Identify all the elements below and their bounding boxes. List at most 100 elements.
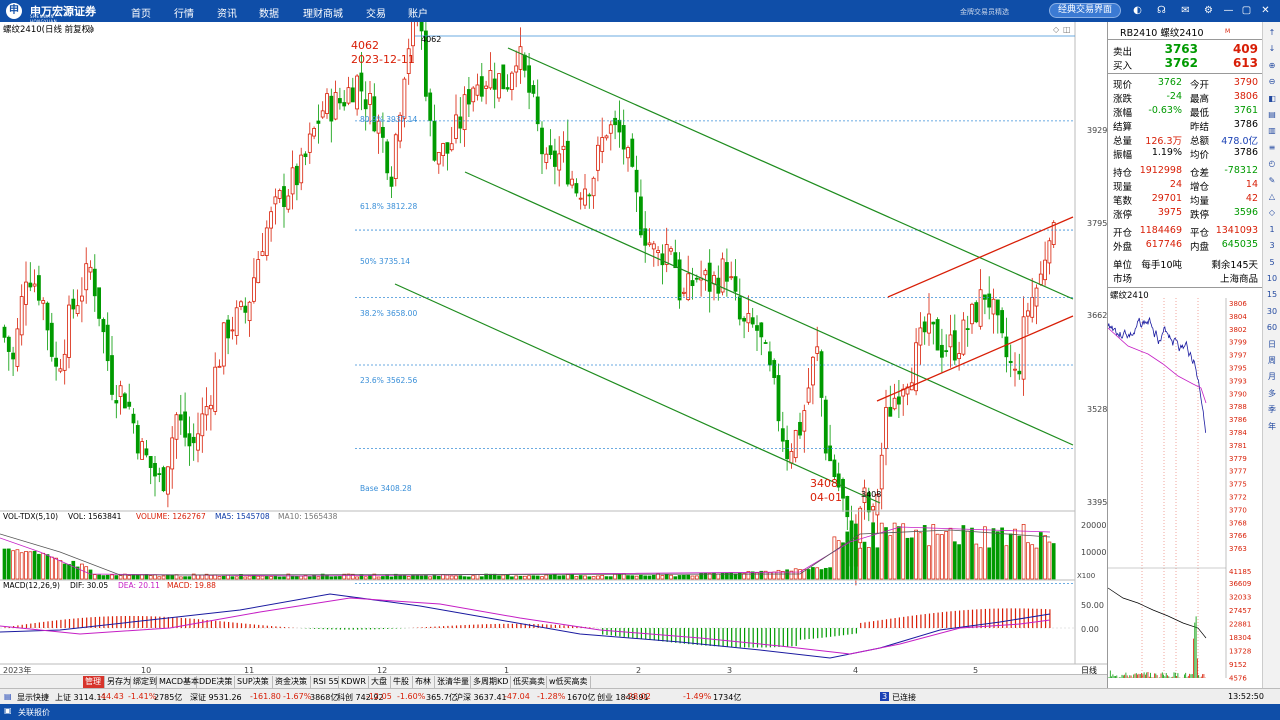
- candle[interactable]: [497, 73, 501, 99]
- candle[interactable]: [694, 277, 699, 280]
- side-tool-icon[interactable]: 多: [1265, 387, 1279, 401]
- candle[interactable]: [484, 85, 489, 89]
- candle[interactable]: [45, 302, 50, 331]
- candle[interactable]: [707, 262, 712, 292]
- candle[interactable]: [372, 96, 377, 132]
- candle[interactable]: [819, 351, 824, 398]
- candle[interactable]: [110, 355, 114, 395]
- candle[interactable]: [277, 190, 282, 199]
- candle[interactable]: [1017, 370, 1022, 375]
- side-tool-icon[interactable]: ◧: [1265, 92, 1279, 106]
- indicator-tab[interactable]: SUP决策: [235, 676, 273, 688]
- indicator-tab[interactable]: 资金决策: [273, 676, 311, 688]
- indicator-tab[interactable]: w低买高卖: [547, 676, 591, 688]
- candle[interactable]: [492, 78, 497, 90]
- candle[interactable]: [669, 248, 673, 252]
- candle[interactable]: [436, 152, 441, 165]
- candle[interactable]: [174, 414, 179, 440]
- side-tool-icon[interactable]: 60: [1265, 321, 1279, 335]
- candle[interactable]: [918, 327, 923, 346]
- candle[interactable]: [114, 400, 119, 404]
- candle[interactable]: [944, 350, 949, 353]
- candle[interactable]: [621, 125, 626, 150]
- candle[interactable]: [514, 65, 519, 73]
- candle[interactable]: [1004, 336, 1009, 358]
- candle[interactable]: [282, 186, 286, 208]
- candle[interactable]: [28, 282, 33, 288]
- candle[interactable]: [488, 70, 493, 89]
- vol-indicator-name[interactable]: VOL-TDX(5,10): [3, 512, 58, 521]
- side-tool-icon[interactable]: 3: [1265, 239, 1279, 253]
- candle[interactable]: [712, 275, 716, 285]
- candle[interactable]: [978, 289, 983, 327]
- nav-trade[interactable]: 交易: [366, 5, 386, 20]
- side-tool-icon[interactable]: ◴: [1265, 157, 1279, 171]
- candle[interactable]: [772, 360, 777, 378]
- candle[interactable]: [897, 396, 901, 405]
- candle[interactable]: [368, 93, 372, 105]
- side-tool-icon[interactable]: 30: [1265, 305, 1279, 319]
- candle[interactable]: [183, 411, 188, 438]
- sell-price[interactable]: 3763: [1148, 42, 1198, 56]
- candle[interactable]: [789, 451, 794, 464]
- candle[interactable]: [346, 87, 351, 104]
- candle[interactable]: [682, 291, 686, 294]
- candle[interactable]: [553, 150, 557, 167]
- chart-restore-icon[interactable]: ◫: [1063, 25, 1071, 34]
- indicator-tab[interactable]: MACD基本: [157, 676, 199, 688]
- indicator-tab[interactable]: RSI 55: [311, 676, 339, 688]
- indicator-tab[interactable]: KDWR: [339, 676, 369, 688]
- candle[interactable]: [798, 421, 802, 436]
- side-tool-icon[interactable]: 月: [1265, 370, 1279, 384]
- side-tool-icon[interactable]: ✎: [1265, 174, 1279, 188]
- candle[interactable]: [776, 375, 781, 422]
- candle[interactable]: [600, 137, 605, 152]
- side-tool-icon[interactable]: ▥: [1265, 124, 1279, 138]
- shortcut-toggle[interactable]: 显示快捷: [17, 692, 49, 703]
- candle[interactable]: [226, 319, 231, 339]
- candle[interactable]: [234, 307, 239, 336]
- candle[interactable]: [686, 273, 691, 301]
- candle[interactable]: [273, 196, 278, 205]
- candle[interactable]: [596, 144, 600, 171]
- side-tool-icon[interactable]: 日: [1265, 338, 1279, 352]
- candle[interactable]: [1013, 368, 1017, 371]
- candle[interactable]: [561, 145, 566, 150]
- nav-wealth-mall[interactable]: 理财商城: [303, 5, 343, 20]
- candle[interactable]: [269, 211, 274, 229]
- candle[interactable]: [604, 135, 609, 139]
- candle[interactable]: [823, 399, 828, 454]
- candle[interactable]: [187, 433, 192, 447]
- message-icon[interactable]: ✉: [1179, 4, 1192, 17]
- candle[interactable]: [957, 353, 961, 360]
- candle[interactable]: [6, 336, 11, 352]
- candle[interactable]: [165, 466, 170, 495]
- close-icon[interactable]: ✕: [1259, 4, 1272, 17]
- candle[interactable]: [763, 342, 768, 344]
- candle[interactable]: [690, 280, 695, 287]
- candle[interactable]: [389, 176, 394, 187]
- candle[interactable]: [811, 356, 815, 386]
- candle[interactable]: [587, 194, 592, 197]
- side-tool-icon[interactable]: ↑: [1265, 26, 1279, 40]
- candle[interactable]: [148, 456, 153, 468]
- candle[interactable]: [454, 114, 458, 139]
- candle[interactable]: [11, 352, 16, 360]
- candle[interactable]: [32, 283, 37, 287]
- candle[interactable]: [97, 287, 101, 319]
- candle[interactable]: [363, 99, 368, 110]
- candle[interactable]: [312, 128, 317, 137]
- candle[interactable]: [303, 153, 308, 158]
- side-tool-icon[interactable]: 10: [1265, 272, 1279, 286]
- candle[interactable]: [84, 263, 89, 291]
- buy-price[interactable]: 3762: [1148, 56, 1198, 70]
- side-tool-icon[interactable]: 季: [1265, 403, 1279, 417]
- candle[interactable]: [24, 281, 28, 305]
- side-tool-icon[interactable]: ≡: [1265, 141, 1279, 155]
- intraday-mini-chart[interactable]: 3806 3804 3802 3799 3797 3795 3793 3790 3788 3786…: [1108, 298, 1263, 688]
- shortcut-icon[interactable]: ▤: [4, 692, 12, 701]
- candle[interactable]: [1000, 310, 1004, 334]
- candle[interactable]: [952, 330, 957, 361]
- candle[interactable]: [471, 87, 476, 103]
- candle[interactable]: [755, 325, 759, 331]
